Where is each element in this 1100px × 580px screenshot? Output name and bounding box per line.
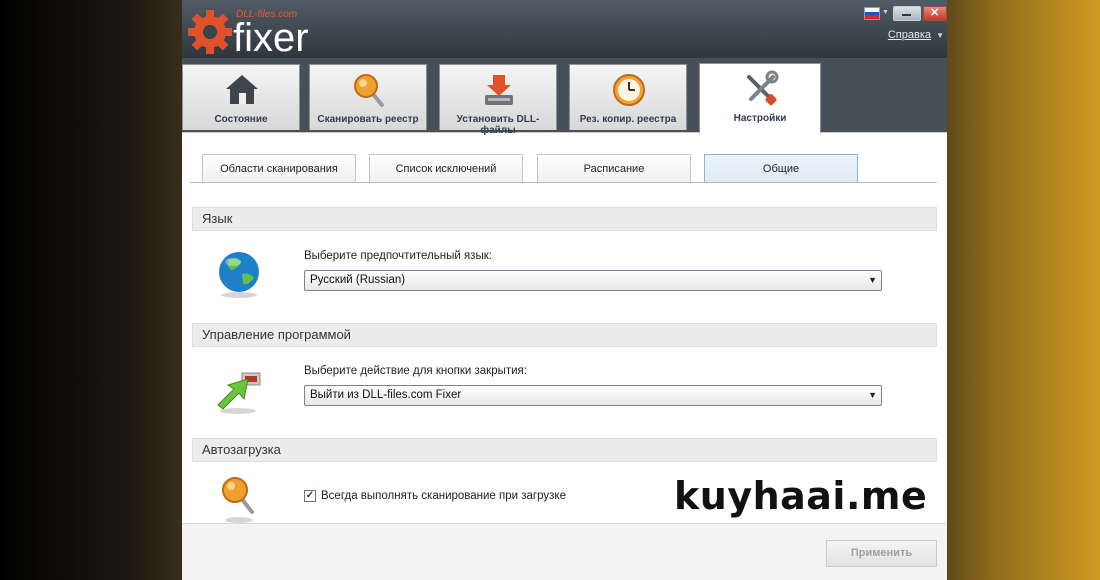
language-dropdown-arrow-icon[interactable]: ▼	[868, 271, 877, 290]
apply-button[interactable]: Применить	[826, 540, 937, 567]
tab-status-label: Состояние	[214, 114, 268, 125]
subtab-general[interactable]: Общие	[704, 154, 858, 182]
magnifier-icon	[354, 74, 384, 107]
subtab-exclusions[interactable]: Список исключений	[369, 154, 523, 182]
close-action-dropdown-arrow-icon[interactable]: ▼	[868, 386, 877, 405]
close-action-label: Выберите действие для кнопки закрытия:	[304, 365, 527, 377]
tab-registry-backup[interactable]: Рез. копир. реестра	[569, 64, 687, 130]
globe-icon	[219, 252, 259, 298]
magnifier-icon	[222, 477, 254, 523]
language-select-value: Русский (Russian)	[310, 274, 406, 286]
footer-bar: Применить	[182, 523, 947, 580]
tab-registry-backup-label: Рез. копир. реестра	[579, 114, 677, 125]
help-link[interactable]: Справка	[888, 29, 931, 41]
tab-scan-registry-label: Сканировать реестр	[317, 114, 419, 125]
install-icon	[485, 75, 513, 105]
subtab-divider	[190, 182, 937, 183]
language-select[interactable]: Русский (Russian) ▼	[304, 270, 882, 291]
help-dropdown-icon[interactable]: ▼	[936, 31, 944, 40]
svg-text:fixer: fixer	[233, 16, 309, 56]
clock-backup-icon	[613, 74, 645, 106]
close-action-select[interactable]: Выйти из DLL-files.com Fixer ▼	[304, 385, 882, 406]
main-tab-bar: Состояние Сканировать реестр Установить …	[182, 58, 947, 136]
title-bar: DLL-files.com fixer ▼ ✕ Справка ▼	[182, 0, 947, 58]
close-icon: ✕	[930, 7, 940, 19]
autoscan-checkbox-label[interactable]: Всегда выполнять сканирование при загруз…	[321, 490, 566, 502]
watermark-text: kuyhaai.me	[674, 474, 928, 518]
tab-settings-label: Настройки	[733, 113, 787, 124]
tab-install-dll-label: Установить DLL-файлы	[456, 114, 540, 136]
language-label: Выберите предпочтительный язык:	[304, 250, 492, 262]
tab-settings[interactable]: Настройки	[699, 63, 821, 133]
tab-status[interactable]: Состояние	[182, 64, 300, 130]
tab-install-dll[interactable]: Установить DLL-файлы	[439, 64, 557, 136]
subtab-scan-areas[interactable]: Области сканирования	[202, 154, 356, 182]
minimize-icon	[902, 14, 911, 16]
close-button[interactable]: ✕	[923, 6, 947, 21]
exit-arrow-icon	[217, 372, 261, 414]
section-autoload-header: Автозагрузка	[192, 438, 937, 462]
close-action-select-value: Выйти из DLL-files.com Fixer	[310, 389, 462, 401]
tools-icon	[747, 70, 779, 106]
language-flag-icon[interactable]	[864, 7, 880, 20]
autoscan-checkbox[interactable]: ✓	[304, 490, 316, 502]
section-language-header: Язык	[192, 207, 937, 231]
subtab-schedule[interactable]: Расписание	[537, 154, 691, 182]
app-logo: DLL-files.com fixer	[188, 9, 309, 56]
home-icon	[226, 75, 258, 104]
section-program-header: Управление программой	[192, 323, 937, 347]
tab-scan-registry[interactable]: Сканировать реестр	[309, 64, 427, 130]
minimize-button[interactable]	[893, 6, 921, 21]
flag-dropdown-icon[interactable]: ▼	[882, 9, 889, 16]
